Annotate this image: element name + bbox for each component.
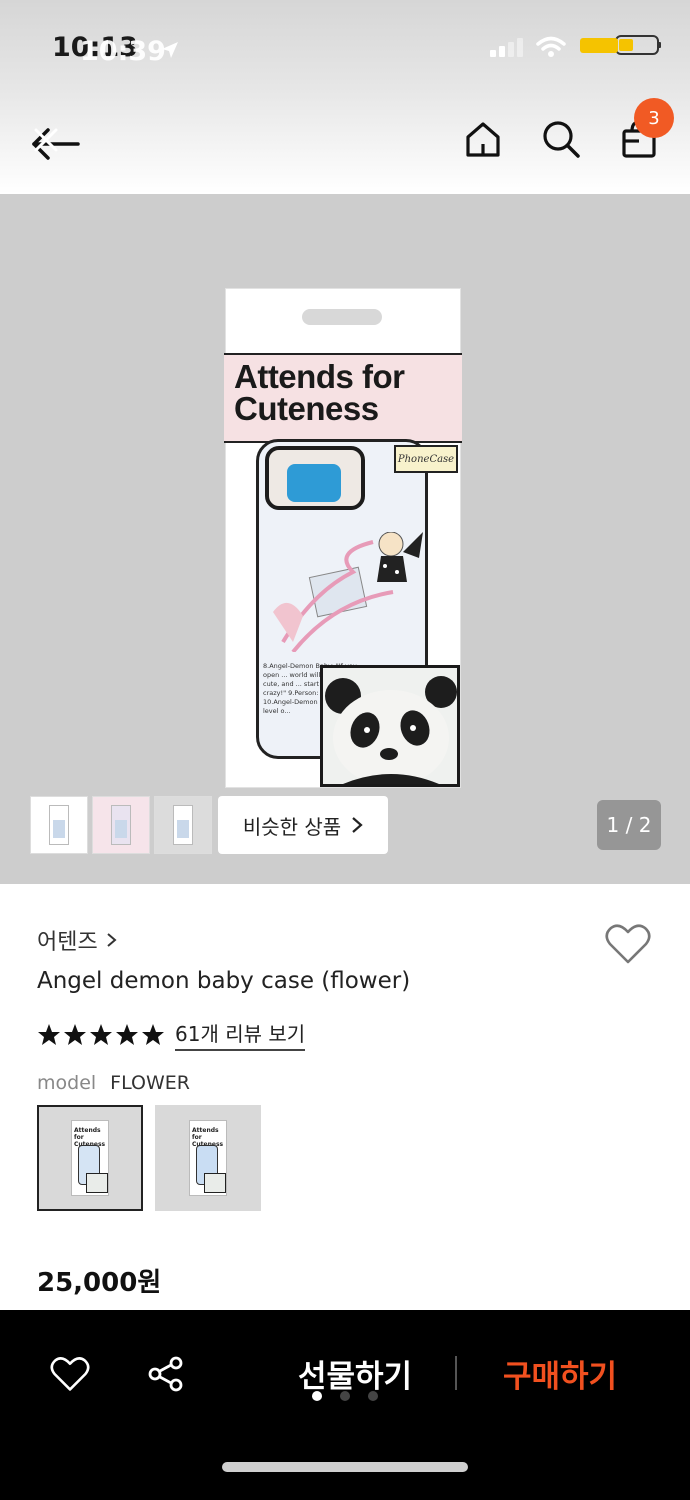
option-thumbnail: Attends for Cuteness [71, 1120, 109, 1196]
angel-baby-illustration [273, 532, 423, 652]
option-alternate[interactable]: Attends for Cuteness [155, 1105, 261, 1211]
product-image-gallery[interactable]: Attends for Cuteness 8.Angel-Demon Baby:… [0, 194, 690, 884]
header [0, 96, 690, 194]
price: 25,000원 [37, 1268, 162, 1298]
panda-photo [320, 665, 460, 787]
back-arrow-icon [32, 128, 80, 160]
star-icon [116, 1023, 138, 1045]
carousel-dots [312, 1391, 378, 1401]
cart-count-badge: 3 [634, 98, 674, 138]
chevron-right-icon [352, 817, 363, 833]
hang-slot [302, 309, 382, 325]
share-button[interactable] [142, 1350, 190, 1398]
divider [455, 1356, 457, 1390]
status-bar: 10:13 10:39 [0, 0, 690, 96]
star-icon [142, 1023, 164, 1045]
similar-products-label: 비슷한 상품 [242, 814, 342, 839]
product-photo: Attends for Cuteness 8.Angel-Demon Baby:… [224, 288, 462, 788]
panda-illustration [323, 668, 457, 784]
wifi-icon [536, 36, 566, 57]
similar-products-button[interactable]: 비슷한 상품 [218, 796, 388, 854]
search-icon [543, 121, 580, 158]
battery-icon [580, 35, 661, 55]
page-indicator: 1 / 2 [597, 800, 661, 850]
option-flower[interactable]: Attends for Cuteness [37, 1105, 143, 1211]
home-icon [466, 122, 500, 157]
brand-link[interactable]: 어텐즈 [37, 924, 118, 956]
option-thumbnail: Attends for Cuteness [189, 1120, 227, 1196]
brand-name: 어텐즈 [37, 930, 98, 955]
box-title: Attends for Cuteness [234, 358, 405, 427]
share-icon [148, 1356, 183, 1392]
home-indicator[interactable] [222, 1462, 468, 1472]
location-arrow-icon [162, 42, 178, 58]
star-icon [38, 1023, 60, 1045]
heart-icon [605, 924, 651, 964]
review-link[interactable]: 61개 리뷰 보기 [175, 1018, 306, 1051]
thumbnail-1[interactable] [30, 796, 88, 854]
camera-lens [287, 464, 341, 502]
thumbnail-3[interactable] [154, 796, 212, 854]
star-icon [64, 1023, 86, 1045]
phone-case-sticker: PhoneCase [394, 445, 458, 473]
like-button[interactable] [46, 1350, 94, 1398]
status-time-overlay: 10:39 [80, 36, 166, 67]
box-banner: Attends for Cuteness [224, 353, 462, 443]
option-label: model FLOWER [37, 1072, 190, 1094]
chevron-right-icon [107, 933, 117, 947]
option-key: model [37, 1072, 97, 1094]
star-icon [90, 1023, 112, 1045]
thumbnail-2[interactable] [92, 796, 150, 854]
wishlist-button[interactable] [602, 918, 654, 970]
back-button[interactable] [22, 112, 86, 176]
signal-icon [490, 38, 523, 57]
rating-row: 61개 리뷰 보기 [37, 1018, 306, 1051]
search-button[interactable] [534, 112, 588, 166]
heart-icon [50, 1357, 90, 1391]
thumbnail-strip [30, 796, 212, 854]
home-button[interactable] [456, 112, 510, 166]
star-rating [37, 1023, 165, 1047]
product-name: Angel demon baby case (flower) [37, 968, 411, 994]
buy-button[interactable]: 구매하기 [480, 1348, 640, 1398]
option-value: FLOWER [110, 1072, 190, 1094]
